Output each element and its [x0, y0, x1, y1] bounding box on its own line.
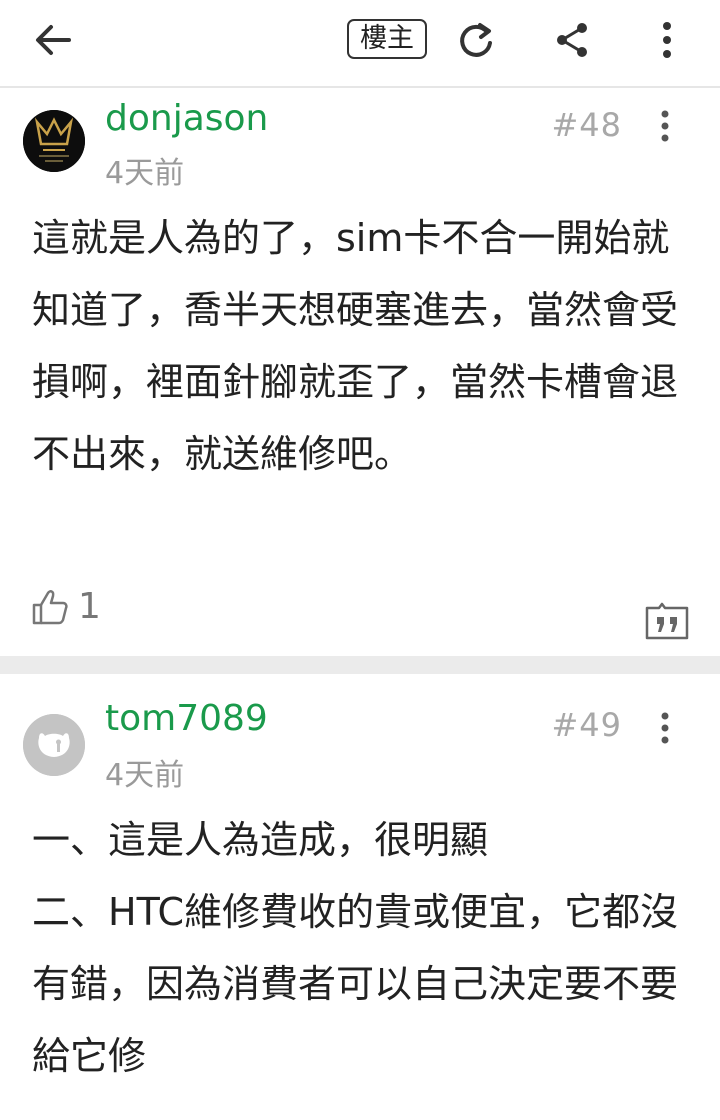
refresh-icon	[460, 23, 492, 57]
arrow-left-icon	[36, 25, 71, 55]
avatar[interactable]	[23, 714, 85, 776]
more-vertical-icon	[663, 22, 671, 58]
avatar-image-icon	[23, 110, 85, 172]
default-avatar-icon	[23, 714, 85, 776]
post-body: 這就是人為的了，sim卡不合一開始就知道了，喬半天想硬塞進去，當然會受損啊，裡面…	[32, 216, 679, 476]
op-only-button[interactable]: 樓主	[347, 19, 427, 59]
top-toolbar: 樓主	[0, 0, 720, 88]
like-button[interactable]: 1	[30, 586, 101, 627]
quote-icon	[645, 602, 689, 640]
username[interactable]: donjason	[105, 98, 268, 139]
avatar[interactable]	[23, 110, 85, 172]
post-body: 一、這是人為造成，很明顯 二、HTC維修費收的貴或便宜，它都沒有錯，因為消費者可…	[32, 818, 679, 1078]
overflow-menu-button[interactable]	[652, 18, 682, 62]
like-count: 1	[78, 586, 101, 627]
share-icon	[557, 23, 587, 57]
share-button[interactable]	[550, 18, 594, 62]
floor-number: #49	[551, 706, 622, 744]
quote-reply-button[interactable]	[644, 602, 690, 640]
post-time: 4天前	[105, 758, 185, 793]
floor-number: #48	[551, 106, 622, 144]
username[interactable]: tom7089	[105, 698, 268, 739]
more-vertical-icon	[661, 712, 669, 744]
refresh-button[interactable]	[453, 18, 499, 64]
post-time: 4天前	[105, 156, 185, 191]
post-49: tom7089 4天前 #49 一、這是人為造成，很明顯 二、HTC維修費收的貴…	[0, 674, 720, 1120]
post-more-button[interactable]	[650, 708, 680, 748]
thumbs-up-icon	[32, 589, 68, 624]
back-button[interactable]	[30, 20, 76, 60]
post-48: donjason 4天前 #48 這就是人為的了，sim卡不合一開始就知道了，喬…	[0, 88, 720, 656]
more-vertical-icon	[661, 110, 669, 142]
post-divider	[0, 656, 720, 674]
post-more-button[interactable]	[650, 106, 680, 146]
